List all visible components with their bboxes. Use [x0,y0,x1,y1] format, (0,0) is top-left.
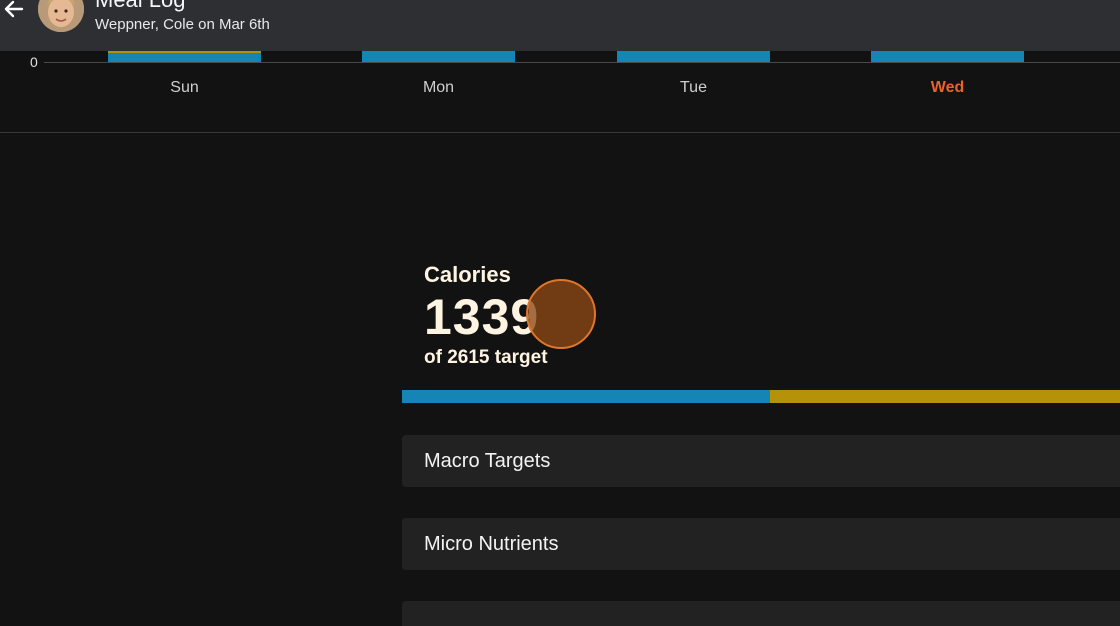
micro-nutrients-label: Micro Nutrients [424,533,559,555]
app-header: Meal Log Weppner, Cole on Mar 6th [0,0,1120,51]
macro-targets-label: Macro Targets [424,450,551,472]
chart-baseline [44,62,1120,63]
calorie-progress-bar [402,390,1120,403]
day-bar-cap [108,51,261,53]
day-label-mon[interactable]: Mon [362,79,515,97]
back-button[interactable] [0,0,28,24]
section-divider [0,132,1120,133]
section-card[interactable] [402,601,1120,626]
avatar[interactable] [38,0,84,32]
meal-log-screen: Meal Log Weppner, Cole on Mar 6th 0 Sun … [0,0,1120,626]
weekly-calorie-chart: 0 Sun Mon Tue Wed [0,51,1120,133]
calories-target: of 2615 target [424,347,548,368]
day-label-tue[interactable]: Tue [617,79,770,97]
back-arrow-icon [4,0,24,18]
macro-targets-card[interactable]: Macro Targets [402,435,1120,487]
day-bar-tue[interactable] [617,51,770,62]
page-subtitle: Weppner, Cole on Mar 6th [95,16,270,33]
touch-indicator [526,279,596,349]
day-bar-wed[interactable] [871,51,1024,62]
day-bar-sun[interactable] [108,51,261,62]
page-title: Meal Log [95,0,186,12]
micro-nutrients-card[interactable]: Micro Nutrients [402,518,1120,570]
calorie-progress-fill [402,390,770,403]
user-photo [38,0,84,32]
day-label-sun[interactable]: Sun [108,79,261,97]
calories-value: 1339 [424,289,540,345]
y-axis-zero-label: 0 [30,54,38,70]
day-label-wed[interactable]: Wed [871,79,1024,97]
day-bar-mon[interactable] [362,51,515,62]
calories-label: Calories [424,262,511,287]
